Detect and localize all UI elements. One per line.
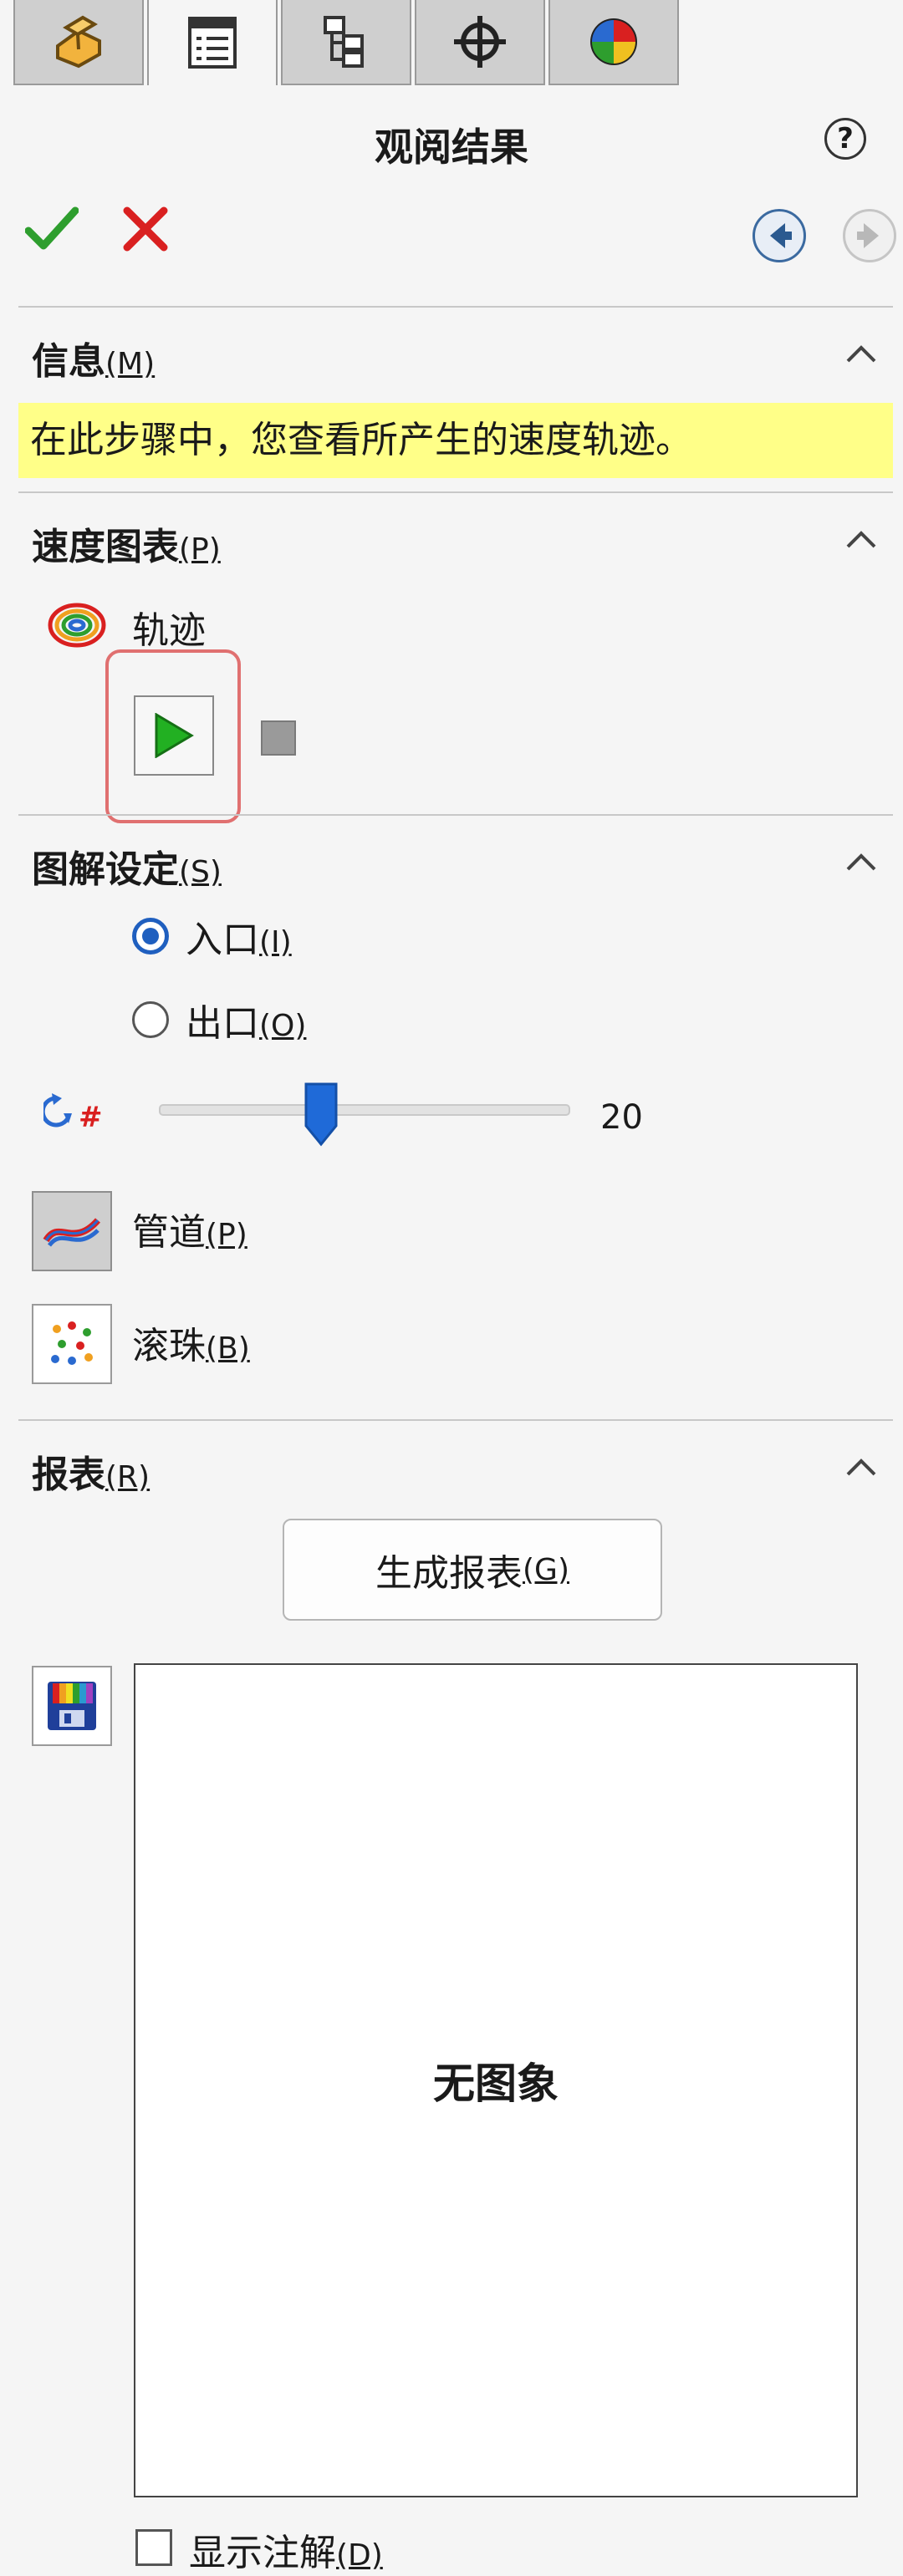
inlet-radio[interactable]	[132, 918, 169, 955]
balls-toggle-button[interactable]	[32, 1304, 112, 1384]
pipes-label: 管道(P)	[132, 1211, 247, 1254]
section-divider	[18, 1419, 893, 1421]
balls-icon	[51, 1321, 93, 1365]
number-of-points-icon: #	[43, 1093, 103, 1134]
info-message: 在此步骤中，您查看所产生的速度轨迹。	[18, 403, 893, 478]
stop-button[interactable]	[261, 720, 296, 756]
slider-value: 20	[600, 1098, 643, 1137]
generate-report-button[interactable]: 生成报表 (G)	[283, 1519, 662, 1621]
save-image-button[interactable]	[32, 1666, 112, 1746]
play-icon	[155, 713, 194, 758]
tab-feature-manager[interactable]	[13, 0, 144, 85]
velocity-section-title[interactable]: 速度图表(P)	[32, 517, 221, 570]
tab-property-manager[interactable]	[147, 0, 278, 85]
section-divider	[18, 491, 893, 493]
plot-settings-section-title[interactable]: 图解设定(S)	[32, 839, 222, 893]
accept-checkmark-icon[interactable]	[25, 204, 79, 254]
arrow-left-icon	[770, 223, 792, 248]
part-feature-icon	[56, 15, 101, 69]
svg-text:#: #	[79, 1101, 103, 1134]
no-image-text: 无图象	[433, 2059, 559, 2108]
trajectory-icon	[48, 603, 106, 648]
chevron-up-icon[interactable]	[844, 849, 878, 874]
info-section-title[interactable]: 信息(M)	[32, 331, 155, 384]
slider-thumb[interactable]	[303, 1081, 339, 1148]
pipes-toggle-button[interactable]	[32, 1191, 112, 1271]
tab-configuration-manager[interactable]	[281, 0, 411, 85]
outlet-label[interactable]: 出口(O)	[186, 993, 306, 1046]
manager-tabs	[0, 0, 903, 85]
chevron-up-icon[interactable]	[844, 527, 878, 552]
dimxpert-icon	[454, 16, 506, 68]
section-divider	[18, 306, 893, 308]
configuration-manager-icon	[324, 16, 364, 68]
trajectory-label: 轨迹	[132, 609, 206, 652]
tab-dimxpert-manager[interactable]	[415, 0, 545, 85]
slider-track[interactable]	[159, 1104, 570, 1116]
previous-page-button[interactable]	[752, 209, 806, 262]
tab-display-manager[interactable]	[548, 0, 679, 85]
play-button[interactable]	[134, 695, 214, 776]
property-manager-icon	[188, 17, 237, 69]
report-preview-area: 无图象	[134, 1663, 858, 2497]
pipes-icon	[43, 1218, 100, 1247]
balls-label: 滚珠(B)	[132, 1325, 250, 1367]
inlet-label[interactable]: 入口(I)	[186, 909, 292, 963]
section-divider	[18, 814, 893, 816]
arrow-right-icon	[857, 223, 879, 248]
help-button[interactable]: ?	[824, 118, 866, 160]
report-section-title[interactable]: 报表(R)	[32, 1444, 150, 1498]
chevron-up-icon[interactable]	[844, 341, 878, 366]
page-title: 观阅结果	[375, 125, 528, 170]
outlet-radio[interactable]	[132, 1001, 169, 1038]
display-manager-icon	[590, 18, 637, 65]
show-annotation-label[interactable]: 显示注解(D)	[189, 2523, 383, 2576]
chevron-up-icon[interactable]	[844, 1454, 878, 1479]
save-icon	[48, 1682, 96, 1730]
next-page-button[interactable]	[843, 209, 896, 262]
show-annotation-checkbox[interactable]	[135, 2529, 172, 2566]
cancel-x-icon[interactable]	[122, 206, 169, 252]
